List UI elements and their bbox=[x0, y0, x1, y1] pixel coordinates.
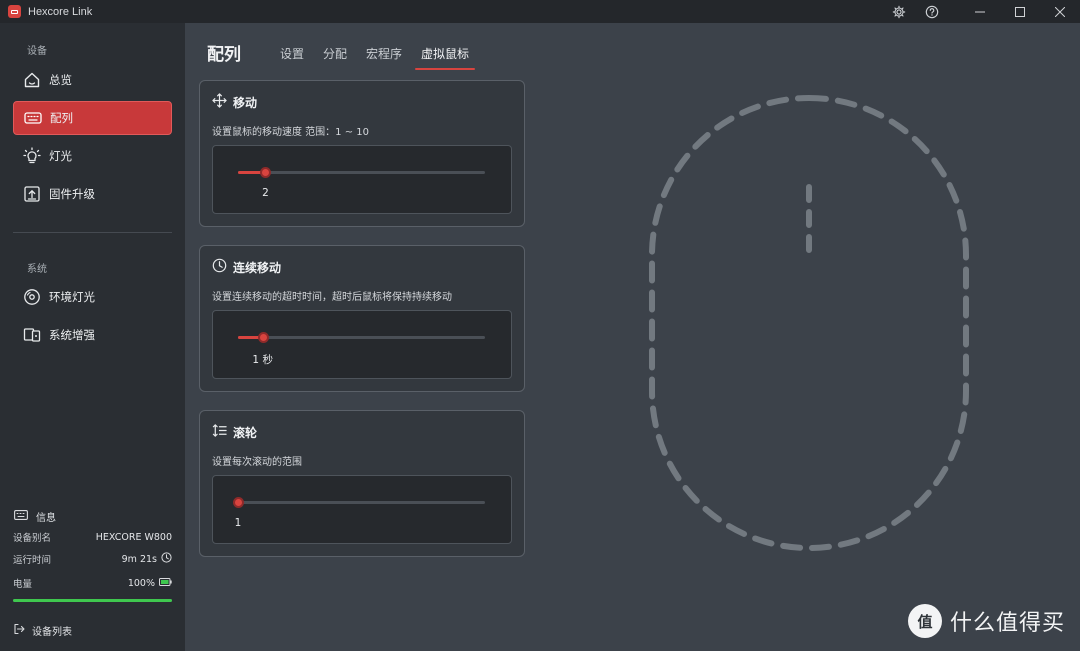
move-card: 移动 设置鼠标的移动速度 范围：1 ~ 10 2 bbox=[199, 80, 525, 227]
clock-small-icon bbox=[161, 552, 172, 566]
card-description: 设置鼠标的移动速度 范围：1 ~ 10 bbox=[212, 127, 370, 138]
battery-row: 电量 100% bbox=[13, 576, 172, 590]
devices-icon bbox=[22, 325, 42, 345]
card-title: 滚轮 bbox=[233, 426, 258, 440]
battery-bar-fill bbox=[13, 599, 172, 602]
exit-icon bbox=[13, 623, 25, 638]
scroll-icon bbox=[212, 423, 227, 442]
app-title: Hexcore Link bbox=[28, 5, 93, 18]
battery-value: 100% bbox=[127, 577, 155, 589]
watermark-text: 什么值得买 bbox=[950, 611, 1066, 636]
slider-knob[interactable] bbox=[260, 167, 272, 178]
maximize-button[interactable] bbox=[1000, 0, 1040, 23]
sidebar-item-system-enhance[interactable]: 系统增强 bbox=[13, 318, 172, 352]
timeout-slider[interactable] bbox=[238, 332, 485, 343]
tab-assign[interactable]: 分配 bbox=[323, 45, 347, 68]
continuous-move-card: 连续移动 设置连续移动的超时时间，超时后鼠标将保持持续移动 1 秒 bbox=[199, 245, 525, 392]
info-title: 信息 bbox=[36, 513, 56, 524]
settings-gear-icon[interactable] bbox=[882, 0, 915, 23]
keyboard-icon bbox=[23, 108, 43, 128]
sidebar: 设备 总览 配列 灯光 固件升级 系统 环境灯光 系统增强 信息 设备别名 HE… bbox=[0, 23, 185, 651]
sidebar-item-lighting[interactable]: 灯光 bbox=[13, 139, 172, 173]
watermark-badge: 值 bbox=[908, 604, 942, 638]
sidebar-item-label: 总览 bbox=[49, 73, 72, 87]
move-icon bbox=[212, 93, 227, 112]
scroll-range-slider-box: 1 bbox=[212, 475, 512, 544]
tab-macro[interactable]: 宏程序 bbox=[366, 45, 402, 68]
slider-value: 2 bbox=[262, 187, 269, 199]
sidebar-item-label: 配列 bbox=[50, 111, 73, 125]
battery-icon bbox=[159, 577, 172, 589]
page-title: 配列 bbox=[207, 45, 241, 65]
move-speed-slider-box: 2 bbox=[212, 145, 512, 214]
help-icon[interactable] bbox=[915, 0, 948, 23]
sidebar-item-overview[interactable]: 总览 bbox=[13, 63, 172, 97]
clock-icon bbox=[212, 258, 227, 277]
slider-knob[interactable] bbox=[257, 332, 269, 343]
title-bar: Hexcore Link bbox=[0, 0, 1080, 23]
home-icon bbox=[22, 70, 42, 90]
virtual-mouse-outline bbox=[649, 95, 969, 551]
scroll-card: 滚轮 设置每次滚动的范围 1 bbox=[199, 410, 525, 557]
battery-label: 电量 bbox=[13, 579, 33, 590]
timeout-slider-box: 1 秒 bbox=[212, 310, 512, 379]
sidebar-item-ambient-light[interactable]: 环境灯光 bbox=[13, 280, 172, 314]
device-alias-row: 设备别名 HEXCORE W800 bbox=[13, 530, 172, 545]
info-header: 信息 bbox=[14, 509, 56, 524]
device-alias-label: 设备别名 bbox=[13, 533, 52, 544]
upload-icon bbox=[22, 184, 42, 204]
tab-virtual-mouse[interactable]: 虚拟鼠标 bbox=[415, 45, 476, 70]
scroll-range-slider[interactable] bbox=[233, 497, 485, 508]
section-label-device: 设备 bbox=[27, 46, 47, 57]
device-list-button[interactable]: 设备列表 bbox=[13, 623, 72, 638]
sidebar-divider bbox=[13, 232, 172, 233]
battery-bar bbox=[13, 599, 172, 602]
tab-settings[interactable]: 设置 bbox=[280, 45, 304, 68]
device-alias-value: HEXCORE W800 bbox=[95, 531, 172, 543]
sidebar-item-layout[interactable]: 配列 bbox=[13, 101, 172, 135]
bulb-icon bbox=[22, 146, 42, 166]
uptime-label: 运行时间 bbox=[13, 555, 52, 566]
uptime-row: 运行时间 9m 21s bbox=[13, 552, 172, 566]
device-list-label: 设备列表 bbox=[32, 627, 72, 638]
section-label-system: 系统 bbox=[27, 264, 47, 275]
disc-icon bbox=[22, 287, 42, 307]
sidebar-item-label: 环境灯光 bbox=[49, 290, 95, 304]
slider-value: 1 bbox=[234, 517, 242, 529]
card-title: 移动 bbox=[233, 96, 258, 110]
keyboard-info-icon bbox=[14, 510, 28, 523]
slider-knob[interactable] bbox=[233, 497, 244, 508]
card-description: 设置连续移动的超时时间，超时后鼠标将保持持续移动 bbox=[212, 292, 452, 303]
app-logo-icon bbox=[8, 5, 21, 18]
sidebar-item-label: 灯光 bbox=[49, 149, 72, 163]
uptime-value: 9m 21s bbox=[121, 553, 157, 565]
card-title: 连续移动 bbox=[233, 261, 282, 275]
sidebar-item-label: 系统增强 bbox=[49, 328, 95, 342]
sidebar-item-label: 固件升级 bbox=[49, 187, 95, 201]
minimize-button[interactable] bbox=[960, 0, 1000, 23]
sidebar-item-firmware[interactable]: 固件升级 bbox=[13, 177, 172, 211]
slider-value: 1 秒 bbox=[252, 354, 273, 366]
move-speed-slider[interactable] bbox=[238, 167, 485, 178]
watermark: 值 什么值得买 bbox=[908, 604, 1065, 638]
tab-bar: 设置 分配 宏程序 虚拟鼠标 bbox=[280, 45, 488, 70]
close-button[interactable] bbox=[1040, 0, 1080, 23]
card-description: 设置每次滚动的范围 bbox=[212, 457, 302, 468]
